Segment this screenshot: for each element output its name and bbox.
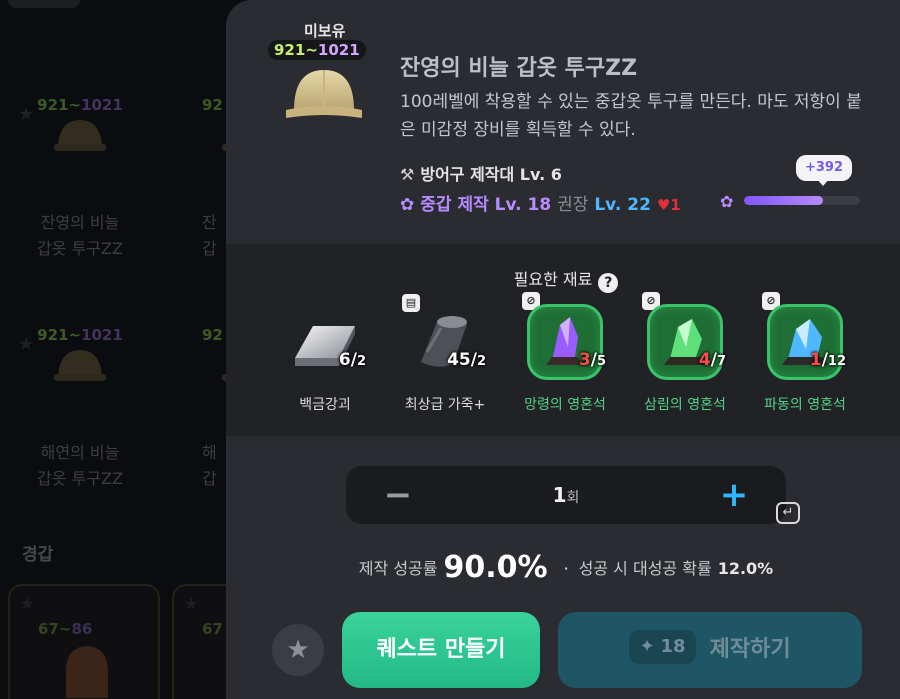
xp-progress-fill <box>744 196 823 205</box>
recipe-card[interactable]: ★ 921~1021 잔영의 비늘 갑옷 투구ZZ <box>0 92 160 292</box>
material-count: 4/7 <box>698 350 726 370</box>
crafting-station: ⚒ 방어구 제작대 Lv. 6 <box>400 165 562 184</box>
material-count: 6/2 <box>338 350 366 370</box>
section-title: 경갑 <box>22 545 54 565</box>
star-icon: ★ <box>184 594 199 613</box>
material-item[interactable]: 6/2 백금강괴 <box>270 300 380 420</box>
recipe-card[interactable]: ★ 921~1021 해연의 비늘 갑옷 투구ZZ <box>0 322 160 522</box>
level-range: 67 <box>202 620 223 638</box>
material-item[interactable]: ▤ 45/2 최상급 가죽+ <box>390 294 500 420</box>
material-name: 망령의 영혼석 <box>524 397 606 413</box>
material-count: 1/12 <box>809 350 846 370</box>
star-icon: ★ <box>20 594 35 613</box>
fatigue-icon: ✦ <box>639 636 655 657</box>
recipe-name: 해연의 비늘 갑옷 투구ZZ <box>37 443 123 488</box>
success-rates: 제작 성공률 90.0% · 성공 시 대성공 확률 12.0% <box>358 550 774 585</box>
material-item[interactable]: ⊘ 3/5 망령의 영혼석 <box>510 292 620 420</box>
skill-icon: ✿ <box>400 195 415 215</box>
recipe-card[interactable]: ★ 67~86 <box>8 584 160 699</box>
material-item[interactable]: ⊘ 4/7 삼림의 영혼석 <box>630 292 740 420</box>
heart-icon: ♥ <box>656 196 671 214</box>
material-count: 3/5 <box>578 350 606 370</box>
materials-header: 필요한 재료? <box>226 266 900 293</box>
material-item[interactable]: ⊘ 1/12 파동의 영혼석 <box>750 292 860 420</box>
material-name: 백금강괴 <box>299 397 351 413</box>
craft-cost: ✦ 18 <box>629 630 696 664</box>
level-range: 67~86 <box>38 620 93 638</box>
level-range: 921~1021 <box>37 326 123 344</box>
helmet-icon <box>54 120 106 151</box>
owned-status: 미보유 <box>304 22 346 40</box>
helmet-icon <box>66 646 108 698</box>
skill-icon: ✿ <box>720 192 734 211</box>
favorite-button[interactable]: ★ <box>272 624 324 676</box>
level-range-badge: 921~1021 <box>268 40 366 60</box>
help-icon[interactable]: ? <box>598 273 619 293</box>
quantity-stepper: − 1회 + <box>346 466 786 524</box>
anvil-icon: ⚒ <box>400 165 415 184</box>
increase-button[interactable]: + <box>704 466 764 524</box>
item-title: 잔영의 비늘 갑옷 투구ZZ <box>400 56 638 81</box>
helmet-icon <box>286 70 362 118</box>
recipe-name: 잔영의 비늘 갑옷 투구ZZ <box>37 213 123 258</box>
level-range: 921~1021 <box>37 96 123 114</box>
screen: ★ 921~1021 잔영의 비늘 갑옷 투구ZZ 92 잔갑 ★ 921~102… <box>0 0 900 699</box>
recipe-list: ★ 921~1021 잔영의 비늘 갑옷 투구ZZ 92 잔갑 ★ 921~102… <box>0 0 324 699</box>
material-count: 45/2 <box>447 350 486 370</box>
list-tab[interactable] <box>8 0 80 8</box>
material-name: 최상급 가죽+ <box>404 397 486 413</box>
star-icon: ★ <box>286 635 310 665</box>
item-description: 100레벨에 착용할 수 있는 중갑옷 투구를 만든다. 마도 저항이 붙은 미… <box>400 92 862 140</box>
make-quest-button[interactable]: 퀘스트 만들기 <box>342 612 540 688</box>
material-name: 파동의 영혼석 <box>764 397 846 413</box>
enter-icon[interactable]: ↵ <box>776 502 800 524</box>
craft-panel: 미보유 921~1021 잔영의 비늘 갑옷 투구ZZ 100레벨에 착용할 수… <box>226 0 900 699</box>
craft-button[interactable]: ✦ 18 제작하기 <box>558 612 862 688</box>
helmet-icon <box>54 350 106 381</box>
tooltip-arrow <box>816 178 830 186</box>
skill-requirement: ✿ 중갑 제작 Lv. 18 권장 Lv. 22 ♥1 <box>400 195 681 215</box>
xp-progress-bar <box>744 196 860 205</box>
material-name: 삼림의 영혼석 <box>644 397 726 413</box>
